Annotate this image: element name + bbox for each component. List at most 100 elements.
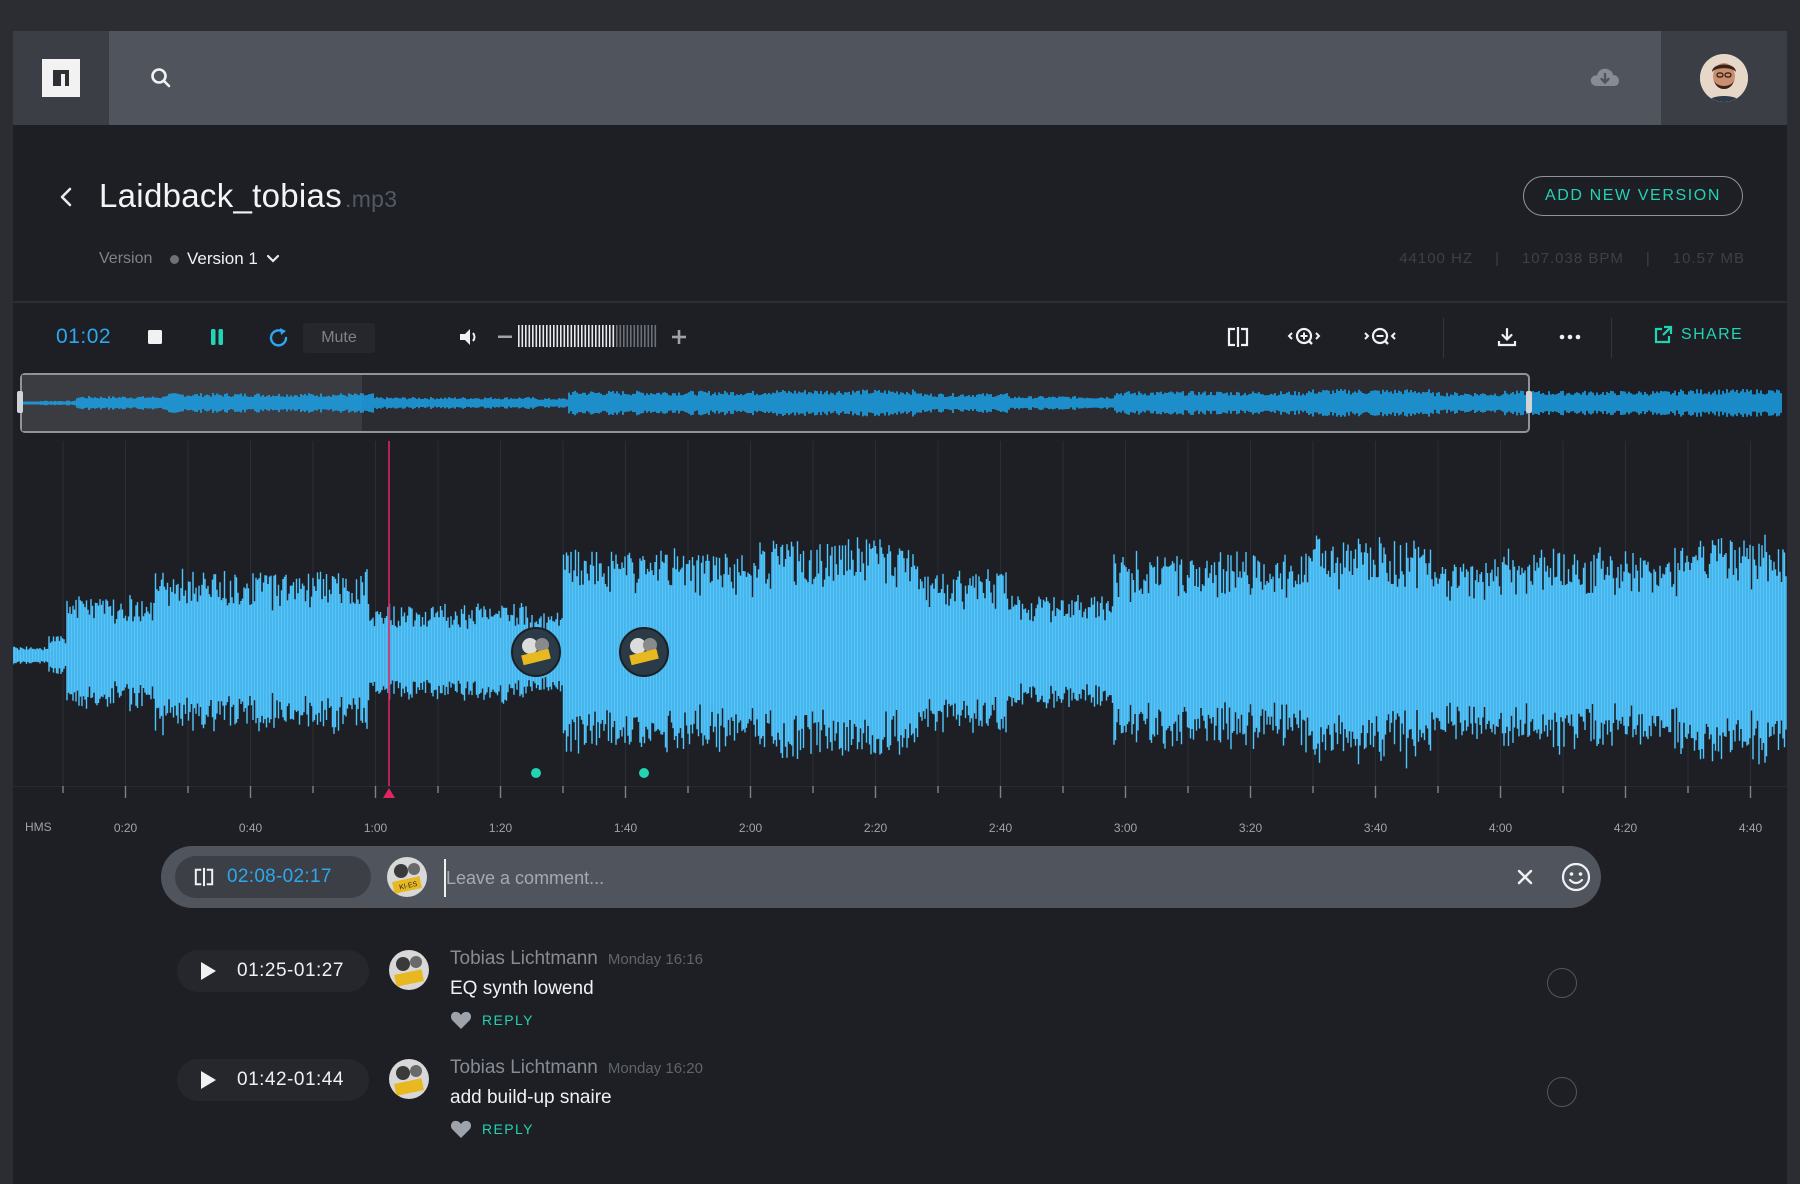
reply-button[interactable]: REPLY <box>482 1012 534 1028</box>
toolbar-separator <box>1611 318 1612 358</box>
volume-bar <box>577 325 580 347</box>
toolbar-separator <box>1443 318 1444 358</box>
comment-author: Tobias Lichtmann Monday 16:20 <box>450 1057 703 1079</box>
add-new-version-button[interactable]: ADD NEW VERSION <box>1523 176 1743 216</box>
comment-date: Monday 16:16 <box>607 951 703 968</box>
main-waveform[interactable] <box>13 441 1787 786</box>
volume-bar <box>598 325 601 347</box>
back-arrow-icon[interactable] <box>55 183 79 211</box>
volume-bar <box>605 325 608 347</box>
meta-separator: | <box>1495 250 1500 267</box>
resolve-checkbox[interactable] <box>1547 968 1577 998</box>
volume-increase-button[interactable] <box>665 324 693 350</box>
resolve-checkbox[interactable] <box>1547 1077 1577 1107</box>
comment-author: Tobias Lichtmann Monday 16:16 <box>450 948 703 970</box>
timeline-unit-label: HMS <box>25 820 52 834</box>
volume-bar <box>595 325 597 347</box>
overview-right-handle[interactable] <box>1526 391 1532 413</box>
reply-button[interactable]: REPLY <box>482 1121 534 1137</box>
share-icon <box>1654 325 1673 344</box>
zoom-in-button[interactable] <box>1287 324 1323 350</box>
timeline-ruler <box>13 786 1787 798</box>
comment-dot[interactable] <box>639 768 649 778</box>
comment-marker-avatar[interactable] <box>619 627 669 677</box>
download-button[interactable] <box>1493 324 1521 350</box>
comment-range-selector[interactable]: 02:08-02:17 <box>175 856 371 898</box>
comment-marker-avatar[interactable] <box>511 627 561 677</box>
timeline-label: 3:40 <box>1363 821 1388 835</box>
search-icon[interactable] <box>148 65 174 91</box>
volume-bar <box>546 325 548 347</box>
volume-slider[interactable] <box>518 323 658 349</box>
mute-button[interactable]: Mute <box>303 323 375 353</box>
author-name: Tobias Lichtmann <box>450 1057 598 1078</box>
volume-bar <box>518 325 520 347</box>
volume-bar <box>581 325 583 347</box>
comment-range: 01:42-01:44 <box>237 1069 344 1090</box>
timeline-label: 4:20 <box>1613 821 1638 835</box>
playhead-marker[interactable] <box>383 788 395 798</box>
volume-decrease-button[interactable] <box>491 324 519 350</box>
region-select-icon <box>194 867 214 887</box>
select-region-button[interactable] <box>1224 324 1252 350</box>
share-button[interactable]: SHARE <box>1653 325 1743 345</box>
comment-range: 01:25-01:27 <box>237 960 344 981</box>
volume-icon-button[interactable] <box>456 324 484 350</box>
app-logo-icon[interactable] <box>42 59 80 97</box>
comment-play-button[interactable]: 01:25-01:27 <box>177 950 369 992</box>
stop-icon <box>148 330 162 344</box>
timeline-label: 1:00 <box>363 821 388 835</box>
loop-button[interactable] <box>265 324 293 350</box>
minus-icon <box>498 335 512 338</box>
file-size: 10.57 MB <box>1672 250 1745 267</box>
comment-input[interactable] <box>444 859 1448 897</box>
volume-bar <box>633 325 636 347</box>
volume-bar <box>651 325 653 347</box>
zoom-out-icon <box>1364 327 1396 345</box>
volume-bar <box>588 325 590 347</box>
comment-author-avatar <box>389 1059 429 1099</box>
timeline-label: 2:40 <box>988 821 1013 835</box>
user-menu[interactable] <box>1661 31 1787 125</box>
close-icon[interactable] <box>1514 866 1536 888</box>
timeline-label: 4:40 <box>1738 821 1763 835</box>
overview-waveform[interactable] <box>13 369 1787 437</box>
volume-bar <box>535 325 538 347</box>
more-options-button[interactable] <box>1556 324 1584 350</box>
volume-bar <box>567 325 569 347</box>
cloud-download-icon[interactable] <box>1588 62 1622 92</box>
volume-bar <box>574 325 576 347</box>
timeline-label: 3:20 <box>1238 821 1263 835</box>
pause-button[interactable] <box>203 324 231 350</box>
plus-icon <box>672 330 686 344</box>
timeline-label: 2:20 <box>863 821 888 835</box>
volume-bar <box>612 325 615 347</box>
version-value: Version 1 <box>187 249 258 268</box>
overview-left-handle[interactable] <box>17 391 23 413</box>
volume-bar <box>549 325 552 347</box>
timeline-label: 2:00 <box>738 821 763 835</box>
play-icon <box>201 962 216 980</box>
stop-button[interactable] <box>141 324 169 350</box>
comment-play-button[interactable]: 01:42-01:44 <box>177 1059 369 1101</box>
track-extension: .mp3 <box>345 186 398 212</box>
heart-icon[interactable] <box>450 1010 472 1030</box>
track-title: Laidback_tobias .mp3 <box>99 177 397 215</box>
logo-container[interactable] <box>13 31 109 125</box>
heart-icon[interactable] <box>450 1119 472 1139</box>
zoom-out-button[interactable] <box>1363 324 1399 350</box>
volume-bar <box>539 325 541 347</box>
volume-bar <box>623 325 625 347</box>
pause-icon <box>211 329 223 345</box>
volume-bar <box>521 325 524 347</box>
chevron-down-icon <box>266 254 279 263</box>
volume-bar <box>644 325 646 347</box>
player-toolbar: 01:02 Mute SHARE <box>13 308 1787 364</box>
user-avatar[interactable] <box>1700 54 1748 102</box>
version-dropdown[interactable]: Version 1 <box>170 247 280 271</box>
emoji-icon[interactable] <box>1559 860 1593 894</box>
volume-bar <box>570 325 573 347</box>
track-metadata: 44100 HZ | 107.038 BPM | 10.57 MB <box>1399 250 1745 267</box>
volume-bar <box>528 325 531 347</box>
comment-dot[interactable] <box>531 768 541 778</box>
